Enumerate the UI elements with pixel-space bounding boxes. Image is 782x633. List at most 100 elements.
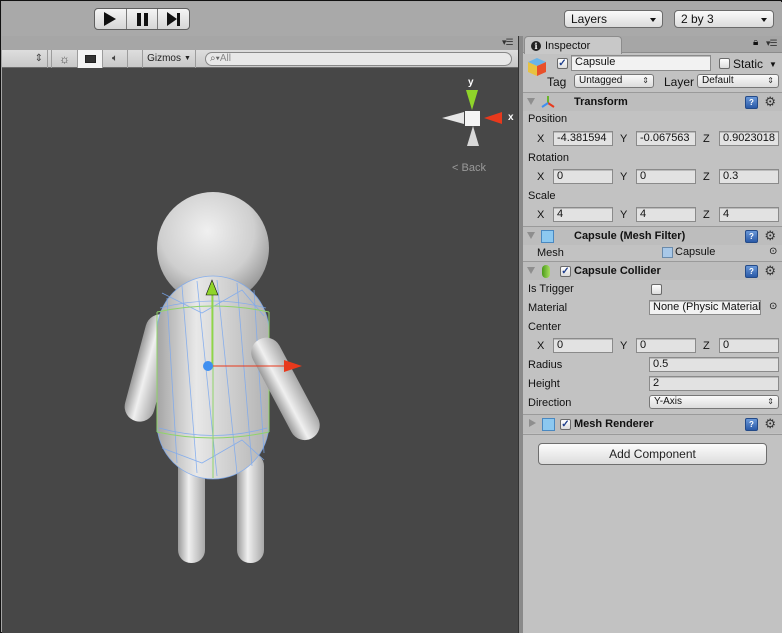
scale-z-input[interactable]: 4 — [719, 207, 779, 222]
chevron-down-icon — [761, 18, 767, 22]
step-icon — [167, 12, 181, 26]
foldout-open-icon[interactable] — [527, 232, 535, 239]
view-direction-label[interactable]: < Back — [452, 162, 486, 174]
capsule-collider-icon — [542, 265, 550, 278]
gizmo-y-label: y — [468, 77, 474, 88]
help-icon[interactable]: ? — [745, 265, 758, 278]
object-picker-icon[interactable]: ⊙ — [769, 301, 777, 312]
divider — [523, 434, 782, 435]
layout-dropdown[interactable]: 2 by 3 — [674, 10, 774, 28]
mesh-renderer-header[interactable]: ✓ Mesh Renderer ? ⚙ — [523, 414, 782, 433]
height-input[interactable]: 2 — [649, 376, 779, 391]
back-label: Back — [461, 162, 486, 174]
position-z-input[interactable]: 0.9023018 — [719, 131, 779, 146]
tag-label: Tag — [547, 75, 567, 89]
rotation-y-input[interactable]: 0 — [636, 169, 696, 184]
rotation-z-input[interactable]: 0.3 — [719, 169, 779, 184]
search-icon: ⌕▾ — [210, 53, 220, 64]
mesh-renderer-icon — [542, 418, 555, 431]
lighting-toggle[interactable]: ☼ — [52, 49, 78, 68]
collider-enabled-checkbox[interactable]: ✓ — [560, 266, 571, 277]
foldout-closed-icon[interactable] — [529, 419, 536, 427]
pause-icon — [136, 12, 148, 26]
is-trigger-checkbox[interactable] — [651, 284, 662, 295]
gear-icon[interactable]: ⚙ — [764, 94, 776, 110]
panel-menu-icon[interactable]: ▾☰ — [766, 38, 778, 49]
mesh-filter-title: Capsule (Mesh Filter) — [574, 230, 686, 242]
axis-y-label: Y — [620, 171, 628, 183]
help-icon[interactable]: ? — [745, 418, 758, 431]
scene-render — [124, 90, 502, 563]
mesh-filter-header[interactable]: Capsule (Mesh Filter) ? ⚙ — [523, 226, 782, 245]
scale-y-value: 4 — [640, 208, 647, 220]
center-z-value: 0 — [723, 339, 730, 351]
mesh-label: Mesh — [537, 247, 564, 259]
material-object-field[interactable]: None (Physic Material) — [649, 300, 761, 315]
center-y-input[interactable]: 0 — [636, 338, 696, 353]
scale-x-input[interactable]: 4 — [553, 207, 613, 222]
material-label: Material — [528, 302, 568, 314]
gear-icon[interactable]: ⚙ — [764, 263, 776, 279]
draw-mode-dropdown[interactable]: ⇕ — [2, 49, 48, 68]
radius-value: 0.5 — [653, 358, 669, 370]
orientation-gizmo[interactable] — [442, 90, 502, 146]
audio-toggle[interactable]: 🔈︎ — [103, 49, 128, 68]
layer-dropdown[interactable]: Default ⇕ — [697, 74, 779, 88]
axis-x-label: X — [537, 171, 545, 183]
gear-icon[interactable]: ⚙ — [764, 416, 776, 432]
foldout-open-icon[interactable] — [527, 98, 535, 105]
gear-icon[interactable]: ⚙ — [764, 228, 776, 244]
transform-title: Transform — [574, 96, 628, 108]
axis-y-label: Y — [620, 133, 628, 145]
radius-input[interactable]: 0.5 — [649, 357, 779, 372]
gameobject-icon — [527, 57, 547, 77]
play-button[interactable] — [95, 9, 127, 29]
position-x-input[interactable]: -4.381594 — [553, 131, 613, 146]
layer-value: Default — [702, 75, 734, 86]
scale-z-value: 4 — [723, 208, 730, 220]
object-picker-icon[interactable]: ⊙ — [769, 246, 777, 257]
static-dropdown-icon[interactable]: ▼ — [769, 60, 777, 69]
position-x-value: -4.381594 — [557, 132, 607, 144]
transform-header[interactable]: Transform ? ⚙ — [523, 92, 782, 111]
tab-inspector[interactable]: i Inspector — [524, 36, 622, 54]
playback-controls — [94, 8, 190, 30]
image-toggle[interactable] — [78, 49, 103, 68]
tab-inspector-label: Inspector — [545, 39, 591, 52]
main-toolbar: Layers 2 by 3 — [2, 2, 782, 36]
help-icon[interactable]: ? — [745, 96, 758, 109]
capsule-collider-header[interactable]: ✓ Capsule Collider ? ⚙ — [523, 261, 782, 280]
pause-button[interactable] — [127, 9, 159, 29]
step-button[interactable] — [158, 9, 189, 29]
direction-label: Direction — [528, 397, 572, 409]
tag-value: Untagged — [579, 75, 623, 86]
foldout-open-icon[interactable] — [527, 267, 535, 274]
scene-viewport[interactable]: y x < Back — [2, 68, 518, 633]
gizmo-z-handle-icon[interactable] — [203, 361, 213, 371]
gizmo-x-arrow-icon[interactable] — [284, 360, 302, 372]
layers-dropdown[interactable]: Layers — [564, 10, 663, 28]
inspector-tab-bar: i Inspector 🔒︎ ▾☰ — [523, 36, 782, 54]
scene-search-input[interactable]: ⌕▾All — [205, 52, 512, 66]
panel-menu-icon[interactable]: ▾☰ — [502, 37, 514, 48]
sun-icon: ☼ — [59, 51, 70, 66]
rotation-x-input[interactable]: 0 — [553, 169, 613, 184]
renderer-enabled-checkbox[interactable]: ✓ — [560, 419, 571, 430]
scale-x-value: 4 — [557, 208, 564, 220]
gizmos-dropdown[interactable]: Gizmos ▼ — [143, 49, 196, 68]
axis-z-label: Z — [703, 133, 710, 145]
scale-y-input[interactable]: 4 — [636, 207, 696, 222]
direction-dropdown[interactable]: Y-Axis ⇕ — [649, 395, 779, 409]
tag-dropdown[interactable]: Untagged ⇕ — [574, 74, 654, 88]
position-y-input[interactable]: -0.067563 — [636, 131, 696, 146]
object-name-input[interactable]: Capsule — [571, 55, 711, 71]
lock-icon[interactable]: 🔒︎ — [753, 37, 758, 48]
mesh-object-field[interactable]: Capsule — [662, 246, 715, 258]
active-checkbox[interactable]: ✓ — [557, 58, 568, 69]
help-icon[interactable]: ? — [745, 230, 758, 243]
center-z-input[interactable]: 0 — [719, 338, 779, 353]
add-component-button[interactable]: Add Component — [538, 443, 767, 465]
center-x-input[interactable]: 0 — [553, 338, 613, 353]
layout-dropdown-label: 2 by 3 — [681, 12, 714, 26]
static-checkbox[interactable] — [719, 58, 730, 69]
